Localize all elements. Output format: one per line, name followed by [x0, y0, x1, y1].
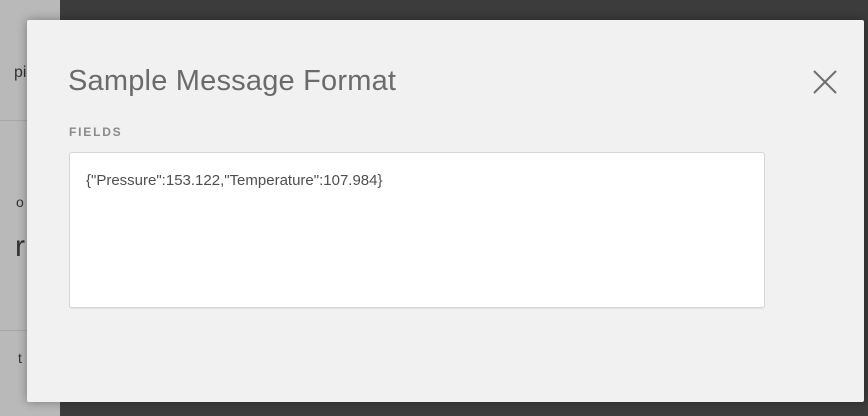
sample-message-format-modal: Sample Message Format FIELDS {"Pressure"…	[27, 20, 864, 402]
close-button[interactable]	[807, 64, 843, 100]
background-text-fragment: t	[18, 350, 22, 366]
close-icon	[813, 70, 837, 94]
background-text-fragment: o	[16, 194, 24, 210]
fields-textarea[interactable]: {"Pressure":153.122,"Temperature":107.98…	[69, 152, 765, 308]
background-text-fragment: pi	[14, 64, 27, 81]
fields-label: FIELDS	[69, 125, 123, 139]
background-text-fragment: r	[15, 230, 25, 263]
modal-title: Sample Message Format	[68, 65, 397, 97]
